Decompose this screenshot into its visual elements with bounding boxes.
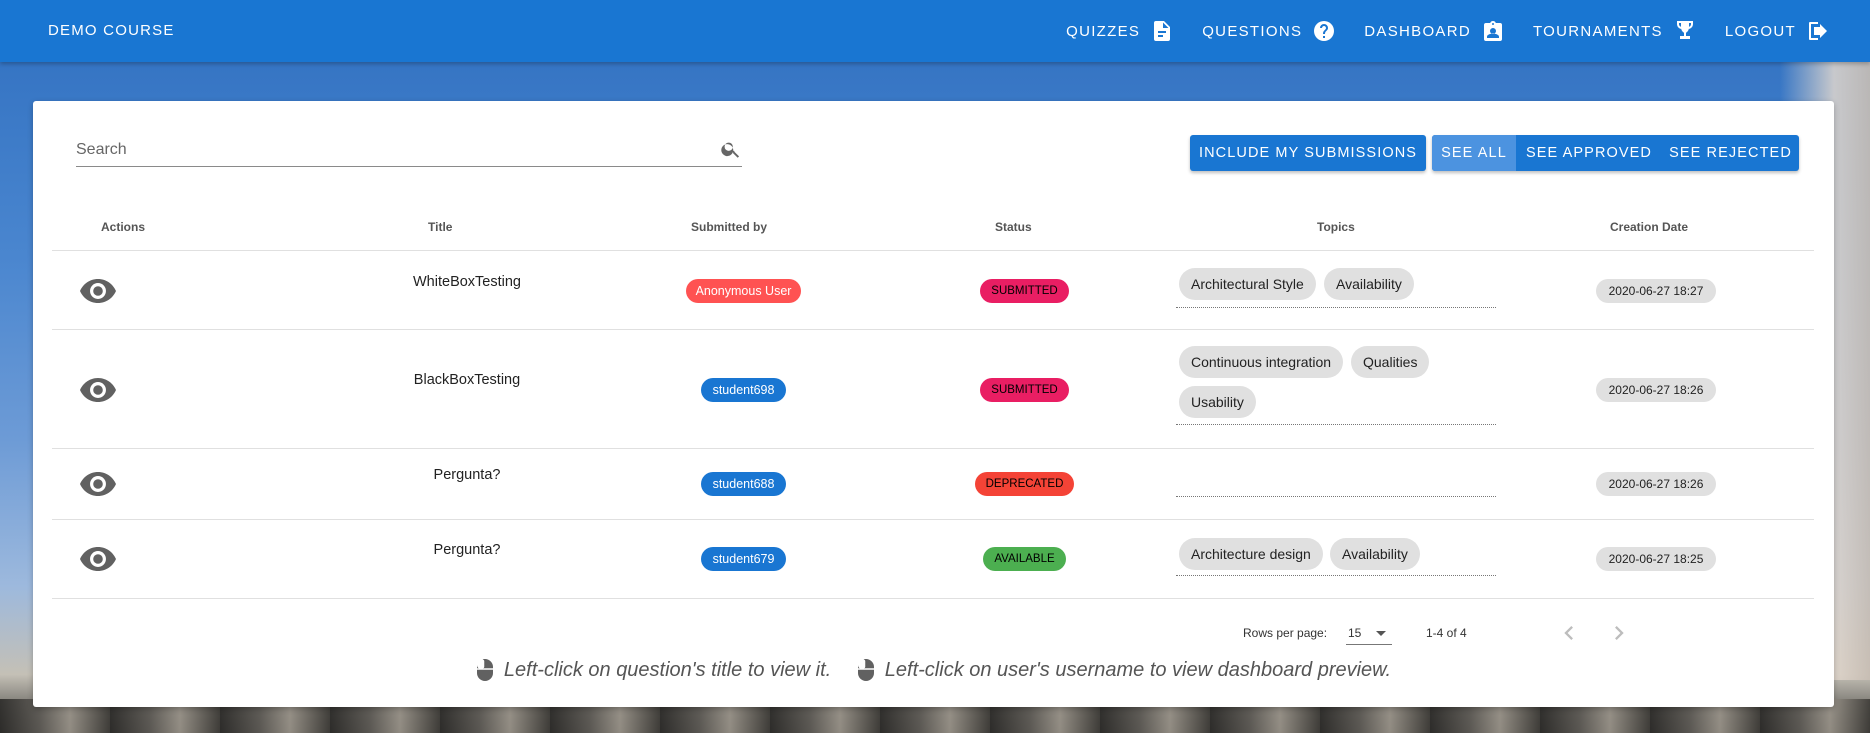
- view-question-button[interactable]: [80, 472, 116, 496]
- hint-title-text: Left-click on question's title to view i…: [503, 658, 832, 681]
- rows-per-page-label: Rows per page:: [1243, 626, 1328, 640]
- topics-field[interactable]: Architecture design Availability: [1176, 536, 1496, 576]
- header-topics[interactable]: Topics: [1317, 220, 1355, 234]
- table-row: BlackBoxTesting student698 SUBMITTED Con…: [52, 330, 1814, 449]
- search-icon: [721, 142, 740, 158]
- hint-user: Left-click on user's username to view da…: [857, 658, 1391, 682]
- creation-date-chip: 2020-06-27 18:26: [1596, 472, 1716, 496]
- topic-chip[interactable]: Continuous integration: [1179, 346, 1344, 378]
- previous-page-button[interactable]: [1555, 619, 1583, 647]
- search-input[interactable]: [76, 139, 696, 161]
- rows-per-page-select[interactable]: 15: [1346, 619, 1392, 645]
- table-footer: Rows per page: 15 1-4 of 4: [52, 611, 1814, 651]
- mouse-left-click-icon: [857, 659, 874, 681]
- topics-field[interactable]: Architectural Style Availability: [1176, 266, 1496, 308]
- eye-icon: [80, 472, 116, 496]
- eye-icon: [80, 378, 116, 402]
- header-submitted-by[interactable]: Submitted by: [691, 220, 767, 234]
- table-row: Pergunta? student688 DEPRECATED 2020-06-…: [52, 449, 1814, 520]
- topic-chip[interactable]: Qualities: [1351, 346, 1430, 378]
- see-rejected-button[interactable]: SEE REJECTED: [1662, 135, 1799, 171]
- question-title[interactable]: Pergunta?: [382, 542, 552, 558]
- usage-hints: Left-click on question's title to view i…: [33, 658, 1834, 688]
- topic-chip[interactable]: Availability: [1324, 268, 1414, 300]
- nav-questions[interactable]: QUESTIONS: [1188, 0, 1350, 62]
- hint-user-text: Left-click on user's username to view da…: [884, 658, 1392, 681]
- status-badge: SUBMITTED: [980, 378, 1069, 402]
- topic-chip[interactable]: Architecture design: [1179, 538, 1323, 570]
- filter-toggle-group: SEE ALL SEE APPROVED SEE REJECTED: [1432, 135, 1799, 171]
- chevron-down-icon: [1376, 631, 1386, 636]
- account-box-icon: [1483, 21, 1502, 41]
- question-title[interactable]: WhiteBoxTesting: [382, 274, 552, 290]
- question-title[interactable]: Pergunta?: [382, 467, 552, 483]
- nav-dashboard[interactable]: DASHBOARD: [1350, 0, 1519, 62]
- nav-tournaments-label: TOURNAMENTS: [1532, 22, 1663, 40]
- eye-icon: [80, 547, 116, 571]
- view-question-button[interactable]: [80, 547, 116, 571]
- header-status[interactable]: Status: [995, 220, 1032, 234]
- include-my-submissions-button[interactable]: INCLUDE MY SUBMISSIONS: [1190, 135, 1426, 171]
- creation-date-chip: 2020-06-27 18:27: [1596, 279, 1716, 303]
- creation-date-chip: 2020-06-27 18:26: [1596, 378, 1716, 402]
- nav-questions-label: QUESTIONS: [1202, 22, 1303, 40]
- see-approved-button[interactable]: SEE APPROVED: [1516, 135, 1662, 171]
- nav-quizzes-label: QUIZZES: [1066, 22, 1141, 40]
- status-badge: DEPRECATED: [975, 472, 1074, 496]
- view-question-button[interactable]: [80, 378, 116, 402]
- nav-logout-label: LOGOUT: [1724, 22, 1796, 40]
- rows-per-page-value: 15: [1348, 626, 1362, 640]
- submitted-by-chip[interactable]: Anonymous User: [686, 279, 801, 303]
- topics-field[interactable]: Continuous integration Qualities Usabili…: [1176, 344, 1496, 425]
- creation-date-chip: 2020-06-27 18:25: [1596, 547, 1716, 571]
- chevron-right-icon: [1615, 626, 1624, 640]
- chevron-left-icon: [1564, 626, 1573, 640]
- hint-title: Left-click on question's title to view i…: [476, 658, 831, 682]
- nav-logout[interactable]: LOGOUT: [1711, 0, 1844, 62]
- nav-tournaments[interactable]: TOURNAMENTS: [1519, 0, 1711, 62]
- header-actions[interactable]: Actions: [101, 220, 145, 234]
- next-page-button[interactable]: [1605, 619, 1633, 647]
- topic-chip[interactable]: Availability: [1330, 538, 1420, 570]
- logout-icon: [1809, 22, 1827, 40]
- questions-card: INCLUDE MY SUBMISSIONS SEE ALL SEE APPRO…: [33, 101, 1834, 707]
- submitted-by-chip[interactable]: student679: [701, 547, 786, 571]
- question-title[interactable]: BlackBoxTesting: [382, 372, 552, 388]
- header-title[interactable]: Title: [428, 220, 452, 234]
- eye-icon: [80, 279, 116, 303]
- table-row: Pergunta? student679 AVAILABLE Architect…: [52, 520, 1814, 599]
- help-circle-icon: [1314, 21, 1335, 41]
- topic-chip[interactable]: Architectural Style: [1179, 268, 1316, 300]
- search-field[interactable]: [76, 131, 742, 167]
- pagination-range: 1-4 of 4: [1426, 626, 1467, 640]
- file-document-icon: [1154, 21, 1171, 41]
- top-app-bar: DEMO COURSE QUIZZES QUESTIONS DASHBOARD …: [0, 0, 1870, 62]
- see-all-button[interactable]: SEE ALL: [1432, 135, 1516, 171]
- status-badge: SUBMITTED: [980, 279, 1069, 303]
- table-header: Actions Title Submitted by Status Topics…: [52, 205, 1814, 251]
- trophy-icon: [1676, 21, 1693, 39]
- mouse-left-click-icon: [476, 659, 493, 681]
- nav-dashboard-label: DASHBOARD: [1364, 22, 1471, 40]
- table-row: WhiteBoxTesting Anonymous User SUBMITTED…: [52, 251, 1814, 330]
- status-badge: AVAILABLE: [983, 547, 1066, 571]
- main-nav: QUIZZES QUESTIONS DASHBOARD TOURNAMENTS …: [1052, 0, 1844, 62]
- submitted-by-chip[interactable]: student688: [701, 472, 786, 496]
- submitted-by-chip[interactable]: student698: [701, 378, 786, 402]
- app-title[interactable]: DEMO COURSE: [48, 22, 175, 39]
- header-creation-date[interactable]: Creation Date: [1610, 220, 1688, 234]
- nav-quizzes[interactable]: QUIZZES: [1052, 0, 1188, 62]
- topic-chip[interactable]: Usability: [1179, 386, 1256, 418]
- topics-field[interactable]: [1176, 461, 1496, 497]
- view-question-button[interactable]: [80, 279, 116, 303]
